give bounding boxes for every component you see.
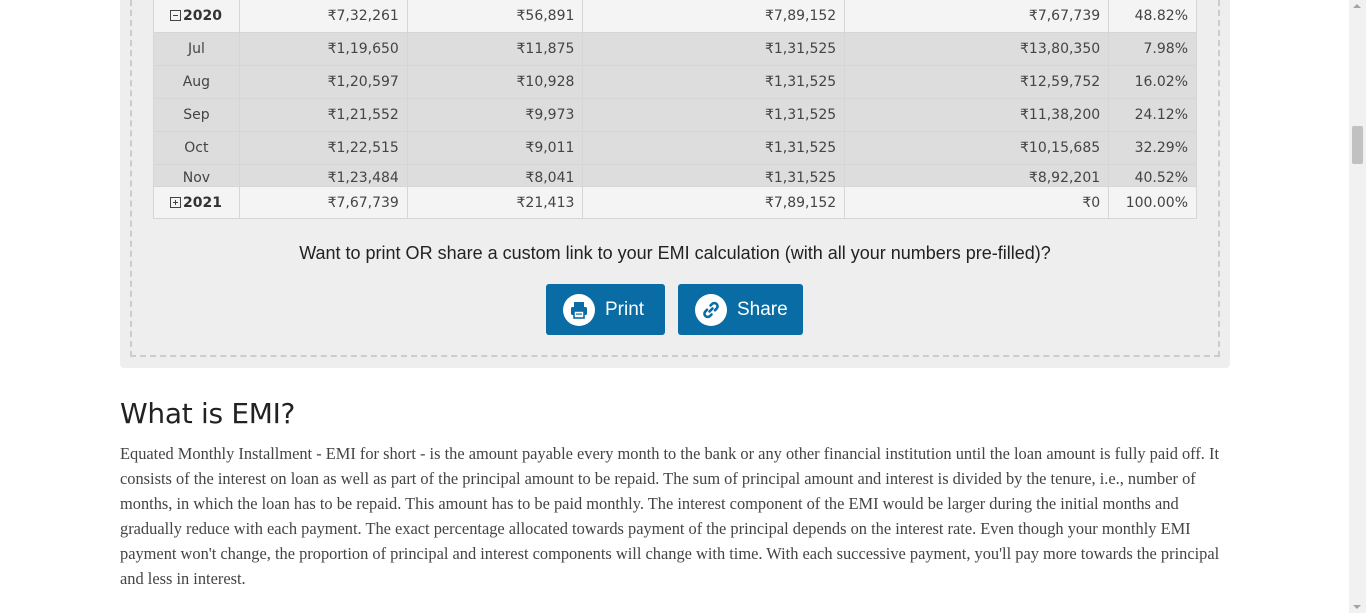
year-label: 2021: [183, 194, 222, 211]
month-cell: Jul: [153, 32, 240, 66]
month-cell: Aug: [153, 65, 240, 99]
balance-cell: ₹8,92,201: [844, 164, 1110, 187]
loan-paid-percent-cell: 24.12%: [1108, 98, 1197, 132]
balance-cell: ₹12,59,752: [844, 65, 1110, 99]
principal-cell: ₹1,19,650: [238, 32, 408, 66]
table-row-month: Nov ₹1,23,484 ₹8,041 ₹1,31,525 ₹8,92,201…: [153, 164, 1197, 187]
printer-icon: [563, 293, 595, 326]
loan-paid-percent-cell: 48.82%: [1108, 0, 1197, 33]
table-row-month: Sep ₹1,21,552 ₹9,973 ₹1,31,525 ₹11,38,20…: [153, 98, 1197, 132]
principal-cell: ₹1,22,515: [238, 131, 408, 165]
year-label: 2020: [183, 8, 222, 24]
month-cell: Oct: [153, 131, 240, 165]
scroll-down-arrow-icon[interactable]: [1353, 605, 1361, 609]
scroll-up-arrow-icon[interactable]: [1353, 4, 1361, 8]
collapse-minus-icon[interactable]: [170, 10, 181, 21]
interest-cell: ₹9,973: [406, 98, 584, 132]
print-button[interactable]: Print: [546, 284, 665, 335]
principal-cell: ₹1,21,552: [238, 98, 408, 132]
balance-cell: ₹10,15,685: [844, 131, 1110, 165]
balance-cell: ₹0: [844, 186, 1110, 219]
expand-plus-icon[interactable]: [170, 196, 181, 208]
balance-cell: ₹7,67,739: [844, 0, 1110, 33]
table-row-month: Aug ₹1,20,597 ₹10,928 ₹1,31,525 ₹12,59,7…: [153, 65, 1197, 99]
interest-cell: ₹56,891: [406, 0, 584, 33]
print-button-label: Print: [605, 298, 645, 320]
link-icon: [695, 293, 727, 326]
interest-cell: ₹11,875: [406, 32, 584, 66]
table-row-year-2020[interactable]: 2020 ₹7,32,261 ₹56,891 ₹7,89,152 ₹7,67,7…: [153, 0, 1197, 33]
section-heading: What is EMI?: [120, 397, 296, 430]
total-payment-cell: ₹1,31,525: [582, 98, 846, 132]
share-button[interactable]: Share: [678, 284, 803, 335]
table-row-year-2021[interactable]: 2021 ₹7,67,739 ₹21,413 ₹7,89,152 ₹0 100.…: [153, 186, 1197, 219]
principal-cell: ₹1,23,484: [238, 164, 408, 187]
principal-cell: ₹7,32,261: [238, 0, 408, 33]
share-button-label: Share: [737, 298, 788, 320]
loan-paid-percent-cell: 40.52%: [1108, 164, 1197, 187]
month-cell: Nov: [153, 164, 240, 187]
total-payment-cell: ₹1,31,525: [582, 164, 846, 187]
total-payment-cell: ₹7,89,152: [582, 186, 846, 219]
month-cell: Sep: [153, 98, 240, 132]
interest-cell: ₹10,928: [406, 65, 584, 99]
balance-cell: ₹13,80,350: [844, 32, 1110, 66]
interest-cell: ₹21,413: [406, 186, 584, 219]
table-row-month: Jul ₹1,19,650 ₹11,875 ₹1,31,525 ₹13,80,3…: [153, 32, 1197, 66]
year-cell[interactable]: 2020: [153, 0, 240, 33]
interest-cell: ₹9,011: [406, 131, 584, 165]
section-paragraph: Equated Monthly Installment - EMI for sh…: [120, 444, 1220, 588]
loan-paid-percent-cell: 7.98%: [1108, 32, 1197, 66]
table-row-month: Oct ₹1,22,515 ₹9,011 ₹1,31,525 ₹10,15,68…: [153, 131, 1197, 165]
emi-schedule-table: 2020 ₹7,32,261 ₹56,891 ₹7,89,152 ₹7,67,7…: [153, 0, 1197, 219]
total-payment-cell: ₹1,31,525: [582, 65, 846, 99]
principal-cell: ₹7,67,739: [238, 186, 408, 219]
vertical-scrollbar[interactable]: [1349, 0, 1366, 613]
principal-cell: ₹1,20,597: [238, 65, 408, 99]
loan-paid-percent-cell: 16.02%: [1108, 65, 1197, 99]
year-cell[interactable]: 2021: [153, 186, 240, 219]
loan-paid-percent-cell: 100.00%: [1108, 186, 1197, 219]
scrollbar-thumb[interactable]: [1352, 126, 1363, 164]
total-payment-cell: ₹1,31,525: [582, 32, 846, 66]
total-payment-cell: ₹7,89,152: [582, 0, 846, 33]
share-prompt: Want to print OR share a custom link to …: [299, 243, 1051, 263]
balance-cell: ₹11,38,200: [844, 98, 1110, 132]
interest-cell: ₹8,041: [406, 164, 584, 187]
loan-paid-percent-cell: 32.29%: [1108, 131, 1197, 165]
total-payment-cell: ₹1,31,525: [582, 131, 846, 165]
